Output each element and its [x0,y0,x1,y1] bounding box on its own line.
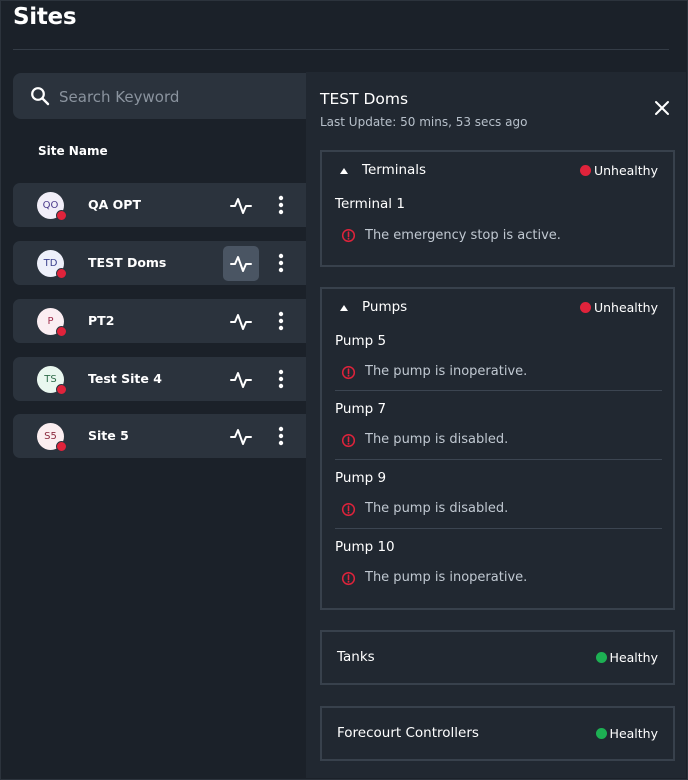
status-badge: Healthy [595,726,658,741]
forecourt-controllers-section[interactable]: Forecourt Controllers Healthy [320,706,675,761]
site-name[interactable]: Site 5 [88,428,129,443]
activity-icon [230,313,252,330]
more-options-button[interactable] [274,193,288,217]
status-dot [56,384,67,395]
health-button[interactable] [223,362,259,397]
site-name[interactable]: Test Site 4 [88,371,162,386]
item-divider [335,390,662,391]
more-options-button[interactable] [274,424,288,448]
terminals-section: Terminals Unhealthy Terminal 1 The emerg… [320,150,675,267]
forecourt-controllers-section-title[interactable]: Forecourt Controllers [337,725,479,741]
alert-message: The pump is disabled. [365,501,509,516]
activity-icon [230,371,252,388]
alert-circle-icon [341,571,356,586]
status-indicator-dot [595,652,607,663]
more-options-button[interactable] [274,251,288,275]
pumps-section-title[interactable]: Pumps [362,299,407,315]
alert-circle-icon [341,502,356,517]
tanks-section-title[interactable]: Tanks [337,649,375,665]
site-row[interactable]: QO QA OPT [13,183,333,227]
health-button[interactable] [223,419,259,454]
status-label: Unhealthy [593,163,658,178]
avatar: TS [37,366,67,395]
site-row[interactable]: S5 Site 5 [13,414,333,458]
alert-circle-icon [341,365,356,380]
avatar: TD [37,250,67,279]
more-vertical-icon [278,311,284,331]
health-button[interactable] [223,304,259,339]
status-label: Healthy [609,726,658,741]
close-icon[interactable] [653,99,671,117]
activity-icon [230,197,252,214]
pump-name: Pump 9 [335,470,387,486]
site-row[interactable]: TS Test Site 4 [13,357,333,401]
alert-message: The pump is inoperative. [365,570,528,585]
item-divider [335,459,662,460]
avatar: S5 [37,423,67,452]
status-label: Unhealthy [593,300,658,315]
terminal-name: Terminal 1 [335,196,405,212]
title-divider [13,49,669,50]
avatar-initials: S5 [44,431,57,442]
site-name[interactable]: TEST Doms [88,255,166,270]
site-row[interactable]: TD TEST Doms [13,241,333,285]
more-vertical-icon [278,253,284,273]
status-indicator-dot [579,302,591,313]
activity-icon [230,428,252,445]
pumps-section: Pumps Unhealthy Pump 5 The pump is inope… [320,287,675,610]
avatar: QO [37,192,67,221]
health-button[interactable] [223,188,259,223]
status-dot [56,210,67,221]
alert-circle-icon [341,228,356,243]
pump-name: Pump 7 [335,401,387,417]
search-input[interactable] [57,84,311,110]
status-badge: Unhealthy [579,163,658,178]
status-indicator-dot [579,165,591,176]
status-label: Healthy [609,650,658,665]
alert-circle-icon [341,433,356,448]
alert-message: The pump is disabled. [365,432,509,447]
page-title: Sites [13,4,77,30]
avatar-initials: QO [42,200,59,211]
pump-name: Pump 5 [335,333,387,349]
alert-message: The pump is inoperative. [365,364,528,379]
caret-up-icon[interactable] [339,304,349,312]
avatar-initials: TS [44,374,57,385]
more-vertical-icon [278,369,284,389]
site-name[interactable]: PT2 [88,313,114,328]
more-vertical-icon [278,426,284,446]
status-dot [56,268,67,279]
status-badge: Unhealthy [579,300,658,315]
item-divider [335,528,662,529]
tanks-section[interactable]: Tanks Healthy [320,630,675,685]
column-header-site-name[interactable]: Site Name [38,144,108,158]
more-options-button[interactable] [274,309,288,333]
terminals-section-title[interactable]: Terminals [362,162,426,178]
site-row[interactable]: P PT2 [13,299,333,343]
status-indicator-dot [595,728,607,739]
avatar: P [37,308,67,337]
search-icon[interactable] [30,86,50,106]
pump-name: Pump 10 [335,539,395,555]
avatar-initials: TD [43,258,58,269]
site-name[interactable]: QA OPT [88,197,141,212]
status-dot [56,326,67,337]
status-badge: Healthy [595,650,658,665]
activity-icon [230,255,252,272]
site-health-panel: TEST Doms Last Update: 50 mins, 53 secs … [306,72,686,778]
last-update-text: Last Update: 50 mins, 53 secs ago [320,115,528,129]
more-options-button[interactable] [274,367,288,391]
health-button[interactable] [223,246,259,281]
status-dot [56,441,67,452]
avatar-initials: P [47,316,54,327]
panel-title: TEST Doms [320,90,409,108]
more-vertical-icon [278,195,284,215]
alert-message: The emergency stop is active. [365,228,561,243]
search-bar[interactable] [13,73,333,119]
caret-up-icon[interactable] [339,167,349,175]
